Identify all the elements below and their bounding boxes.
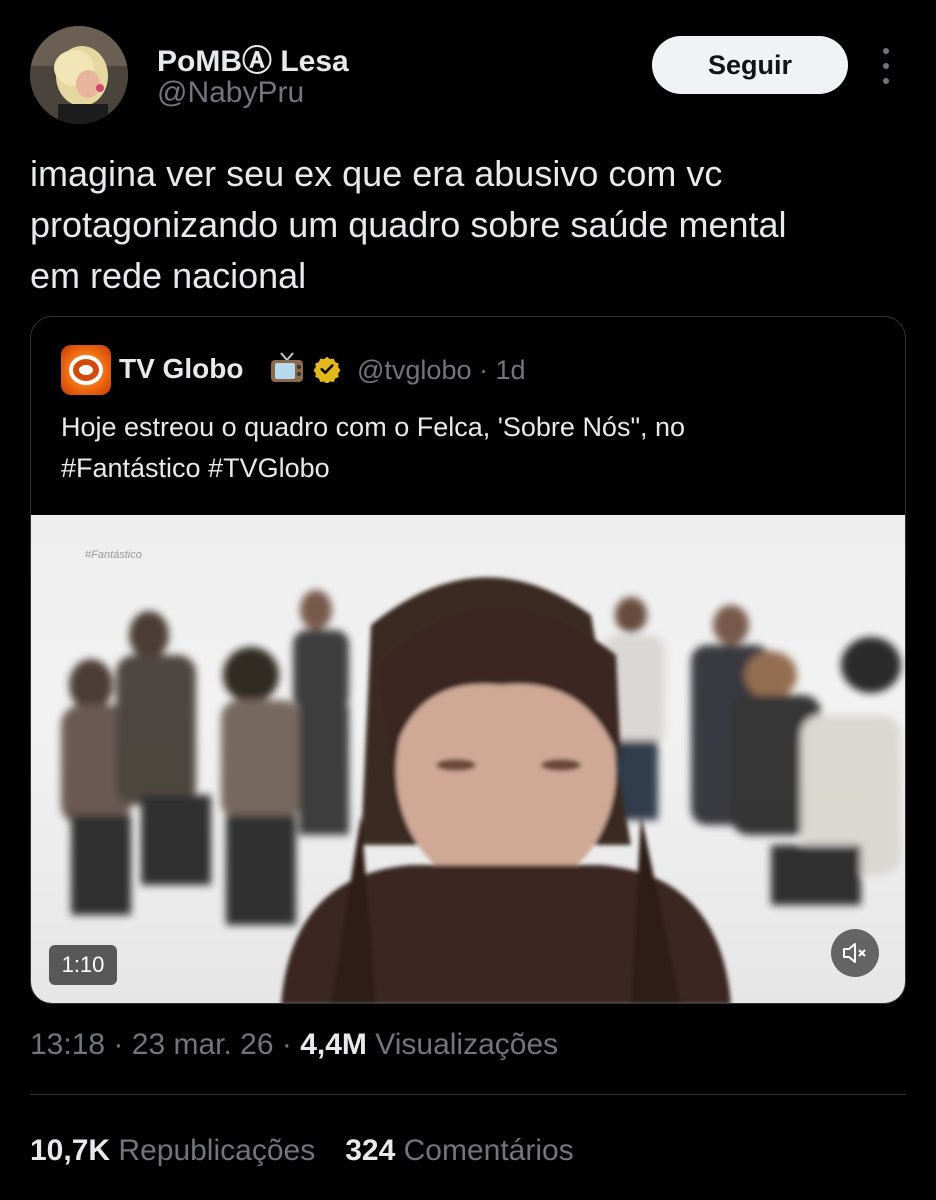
- author-handle[interactable]: @NabyPru: [157, 76, 304, 110]
- quoted-time: 1d: [495, 355, 526, 385]
- quoted-handle-text: @tvglobo: [357, 355, 472, 385]
- tweet-time[interactable]: 13:18: [30, 1028, 105, 1061]
- meta-separator: ·: [281, 1028, 292, 1061]
- more-options-icon[interactable]: [872, 48, 900, 84]
- reposts-label: Republicações: [118, 1134, 316, 1167]
- quoted-author-name[interactable]: TV Globo: [119, 353, 243, 385]
- views-label: Visualizações: [375, 1028, 559, 1061]
- avatar[interactable]: [30, 26, 128, 124]
- verified-badge-icon: [313, 356, 341, 383]
- quoted-tweet-text: Hoje estreou o quadro com o Felca, 'Sobr…: [61, 412, 686, 483]
- reposts-stat[interactable]: 10,7K Republicações: [30, 1134, 315, 1168]
- quoted-tweet[interactable]: TV Globo @tvglobo · 1d Hoje estreou o qu…: [30, 316, 906, 1004]
- follow-button[interactable]: Seguir: [652, 36, 848, 94]
- views-count: 4,4M: [300, 1028, 367, 1061]
- tweet-date[interactable]: 23 mar. 26: [132, 1028, 274, 1061]
- tvglobo-logo-icon: [61, 345, 111, 395]
- video-player[interactable]: #Fantástico 1:10: [31, 515, 905, 1003]
- divider: [30, 1094, 906, 1095]
- video-duration-badge: 1:10: [49, 945, 117, 985]
- reposts-count: 10,7K: [30, 1134, 111, 1167]
- television-icon: [271, 352, 303, 382]
- tweet-text: imagina ver seu ex que era abusivo com v…: [30, 153, 787, 296]
- comments-stat[interactable]: 324 Comentários: [345, 1134, 573, 1168]
- engagement-stats: 10,7K Republicações 324 Comentários: [30, 1134, 574, 1168]
- video-watermark: #Fantástico: [85, 549, 142, 561]
- avatar-image: [30, 26, 128, 124]
- video-frame: [61, 577, 901, 1003]
- meta-separator: ·: [113, 1028, 124, 1061]
- comments-count: 324: [345, 1134, 396, 1167]
- tweet-meta: 13:18 · 23 mar. 26 · 4,4M Visualizações: [30, 1028, 558, 1062]
- speaker-muted-icon: [843, 943, 866, 963]
- comments-label: Comentários: [403, 1134, 574, 1167]
- quoted-author-handle[interactable]: @tvglobo · 1d: [357, 355, 526, 386]
- separator-dot: ·: [479, 355, 488, 385]
- author-display-name[interactable]: PoMBⒶ Lesa: [157, 36, 349, 80]
- mute-button[interactable]: [831, 929, 879, 977]
